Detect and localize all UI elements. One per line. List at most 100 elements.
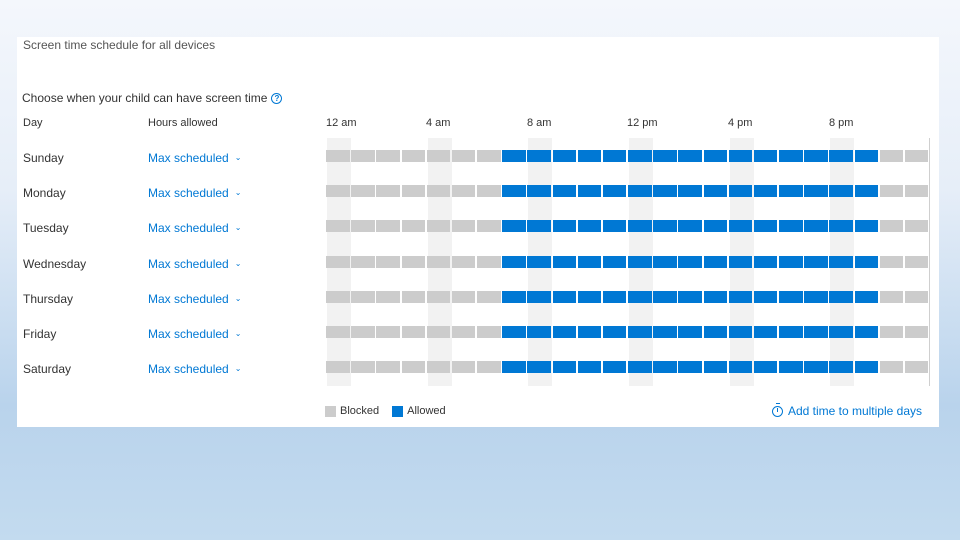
time-slot[interactable]: [401, 220, 426, 232]
time-slot[interactable]: [879, 291, 904, 303]
time-slot[interactable]: [376, 185, 400, 197]
time-slot[interactable]: [854, 291, 879, 303]
time-slot[interactable]: [854, 220, 879, 232]
time-slot[interactable]: [351, 220, 375, 232]
time-slot[interactable]: [602, 185, 627, 197]
time-slot[interactable]: [527, 326, 551, 338]
time-slot[interactable]: [351, 326, 375, 338]
time-slot[interactable]: [426, 220, 451, 232]
time-slot[interactable]: [351, 361, 375, 373]
time-slot[interactable]: [451, 150, 476, 162]
time-slot[interactable]: [577, 326, 602, 338]
time-slot[interactable]: [904, 361, 929, 373]
time-slot[interactable]: [854, 185, 879, 197]
time-slot[interactable]: [527, 150, 551, 162]
time-slot[interactable]: [602, 326, 627, 338]
time-slot[interactable]: [628, 361, 652, 373]
time-slot[interactable]: [376, 361, 400, 373]
time-slot[interactable]: [351, 291, 375, 303]
time-slot[interactable]: [678, 256, 702, 268]
time-slot[interactable]: [527, 361, 551, 373]
hours-dropdown[interactable]: Max scheduled ⌄: [148, 148, 241, 168]
time-slot[interactable]: [829, 291, 853, 303]
time-slot[interactable]: [753, 185, 778, 197]
time-slot[interactable]: [552, 150, 577, 162]
time-slot[interactable]: [426, 256, 451, 268]
time-slot[interactable]: [477, 361, 501, 373]
time-slot[interactable]: [879, 326, 904, 338]
time-slot[interactable]: [602, 150, 627, 162]
time-slot[interactable]: [602, 256, 627, 268]
time-slot[interactable]: [527, 291, 551, 303]
time-slot[interactable]: [577, 220, 602, 232]
time-slot[interactable]: [703, 326, 728, 338]
time-slot[interactable]: [804, 150, 828, 162]
time-slot[interactable]: [753, 291, 778, 303]
time-slot[interactable]: [552, 291, 577, 303]
time-slot[interactable]: [502, 220, 526, 232]
time-slot[interactable]: [628, 256, 652, 268]
time-slot[interactable]: [577, 256, 602, 268]
time-slot[interactable]: [477, 150, 501, 162]
time-slot[interactable]: [552, 326, 577, 338]
time-slot[interactable]: [829, 150, 853, 162]
time-slot[interactable]: [854, 150, 879, 162]
time-slot[interactable]: [451, 220, 476, 232]
time-slot[interactable]: [502, 256, 526, 268]
time-slot[interactable]: [854, 361, 879, 373]
time-slot[interactable]: [879, 150, 904, 162]
time-slot[interactable]: [451, 326, 476, 338]
time-slot[interactable]: [703, 361, 728, 373]
time-slot[interactable]: [779, 220, 803, 232]
time-slot[interactable]: [728, 150, 753, 162]
time-slot[interactable]: [653, 256, 677, 268]
time-slot[interactable]: [779, 361, 803, 373]
time-slot[interactable]: [678, 150, 702, 162]
time-slot[interactable]: [904, 220, 929, 232]
time-slot[interactable]: [376, 326, 400, 338]
time-slot[interactable]: [326, 150, 350, 162]
time-slot[interactable]: [703, 291, 728, 303]
time-slot[interactable]: [879, 361, 904, 373]
time-slot[interactable]: [401, 291, 426, 303]
time-slot[interactable]: [904, 150, 929, 162]
time-slot[interactable]: [376, 256, 400, 268]
time-slot[interactable]: [728, 326, 753, 338]
time-slot[interactable]: [653, 150, 677, 162]
time-slot[interactable]: [326, 185, 350, 197]
time-slot[interactable]: [602, 361, 627, 373]
time-slot[interactable]: [426, 326, 451, 338]
time-slot[interactable]: [854, 256, 879, 268]
time-slot[interactable]: [804, 291, 828, 303]
time-slot[interactable]: [426, 150, 451, 162]
time-slot[interactable]: [426, 185, 451, 197]
time-slot[interactable]: [779, 291, 803, 303]
time-slot[interactable]: [728, 256, 753, 268]
time-slot[interactable]: [451, 256, 476, 268]
time-slot[interactable]: [451, 291, 476, 303]
time-slot[interactable]: [552, 185, 577, 197]
time-slot[interactable]: [527, 185, 551, 197]
time-slot[interactable]: [577, 291, 602, 303]
time-slot[interactable]: [502, 185, 526, 197]
time-slot[interactable]: [879, 220, 904, 232]
time-slot[interactable]: [678, 361, 702, 373]
time-slot[interactable]: [703, 185, 728, 197]
time-slot[interactable]: [678, 220, 702, 232]
time-slot[interactable]: [804, 185, 828, 197]
time-slot[interactable]: [502, 361, 526, 373]
time-slot[interactable]: [527, 256, 551, 268]
time-slot[interactable]: [628, 291, 652, 303]
time-slot[interactable]: [804, 220, 828, 232]
time-slot[interactable]: [779, 185, 803, 197]
time-slot[interactable]: [653, 361, 677, 373]
hours-dropdown[interactable]: Max scheduled ⌄: [148, 359, 241, 379]
time-slot[interactable]: [653, 326, 677, 338]
time-slot[interactable]: [728, 361, 753, 373]
time-slot[interactable]: [728, 185, 753, 197]
time-slot[interactable]: [678, 291, 702, 303]
time-slot[interactable]: [552, 256, 577, 268]
time-slot[interactable]: [829, 185, 853, 197]
time-slot[interactable]: [703, 150, 728, 162]
time-slot[interactable]: [401, 185, 426, 197]
